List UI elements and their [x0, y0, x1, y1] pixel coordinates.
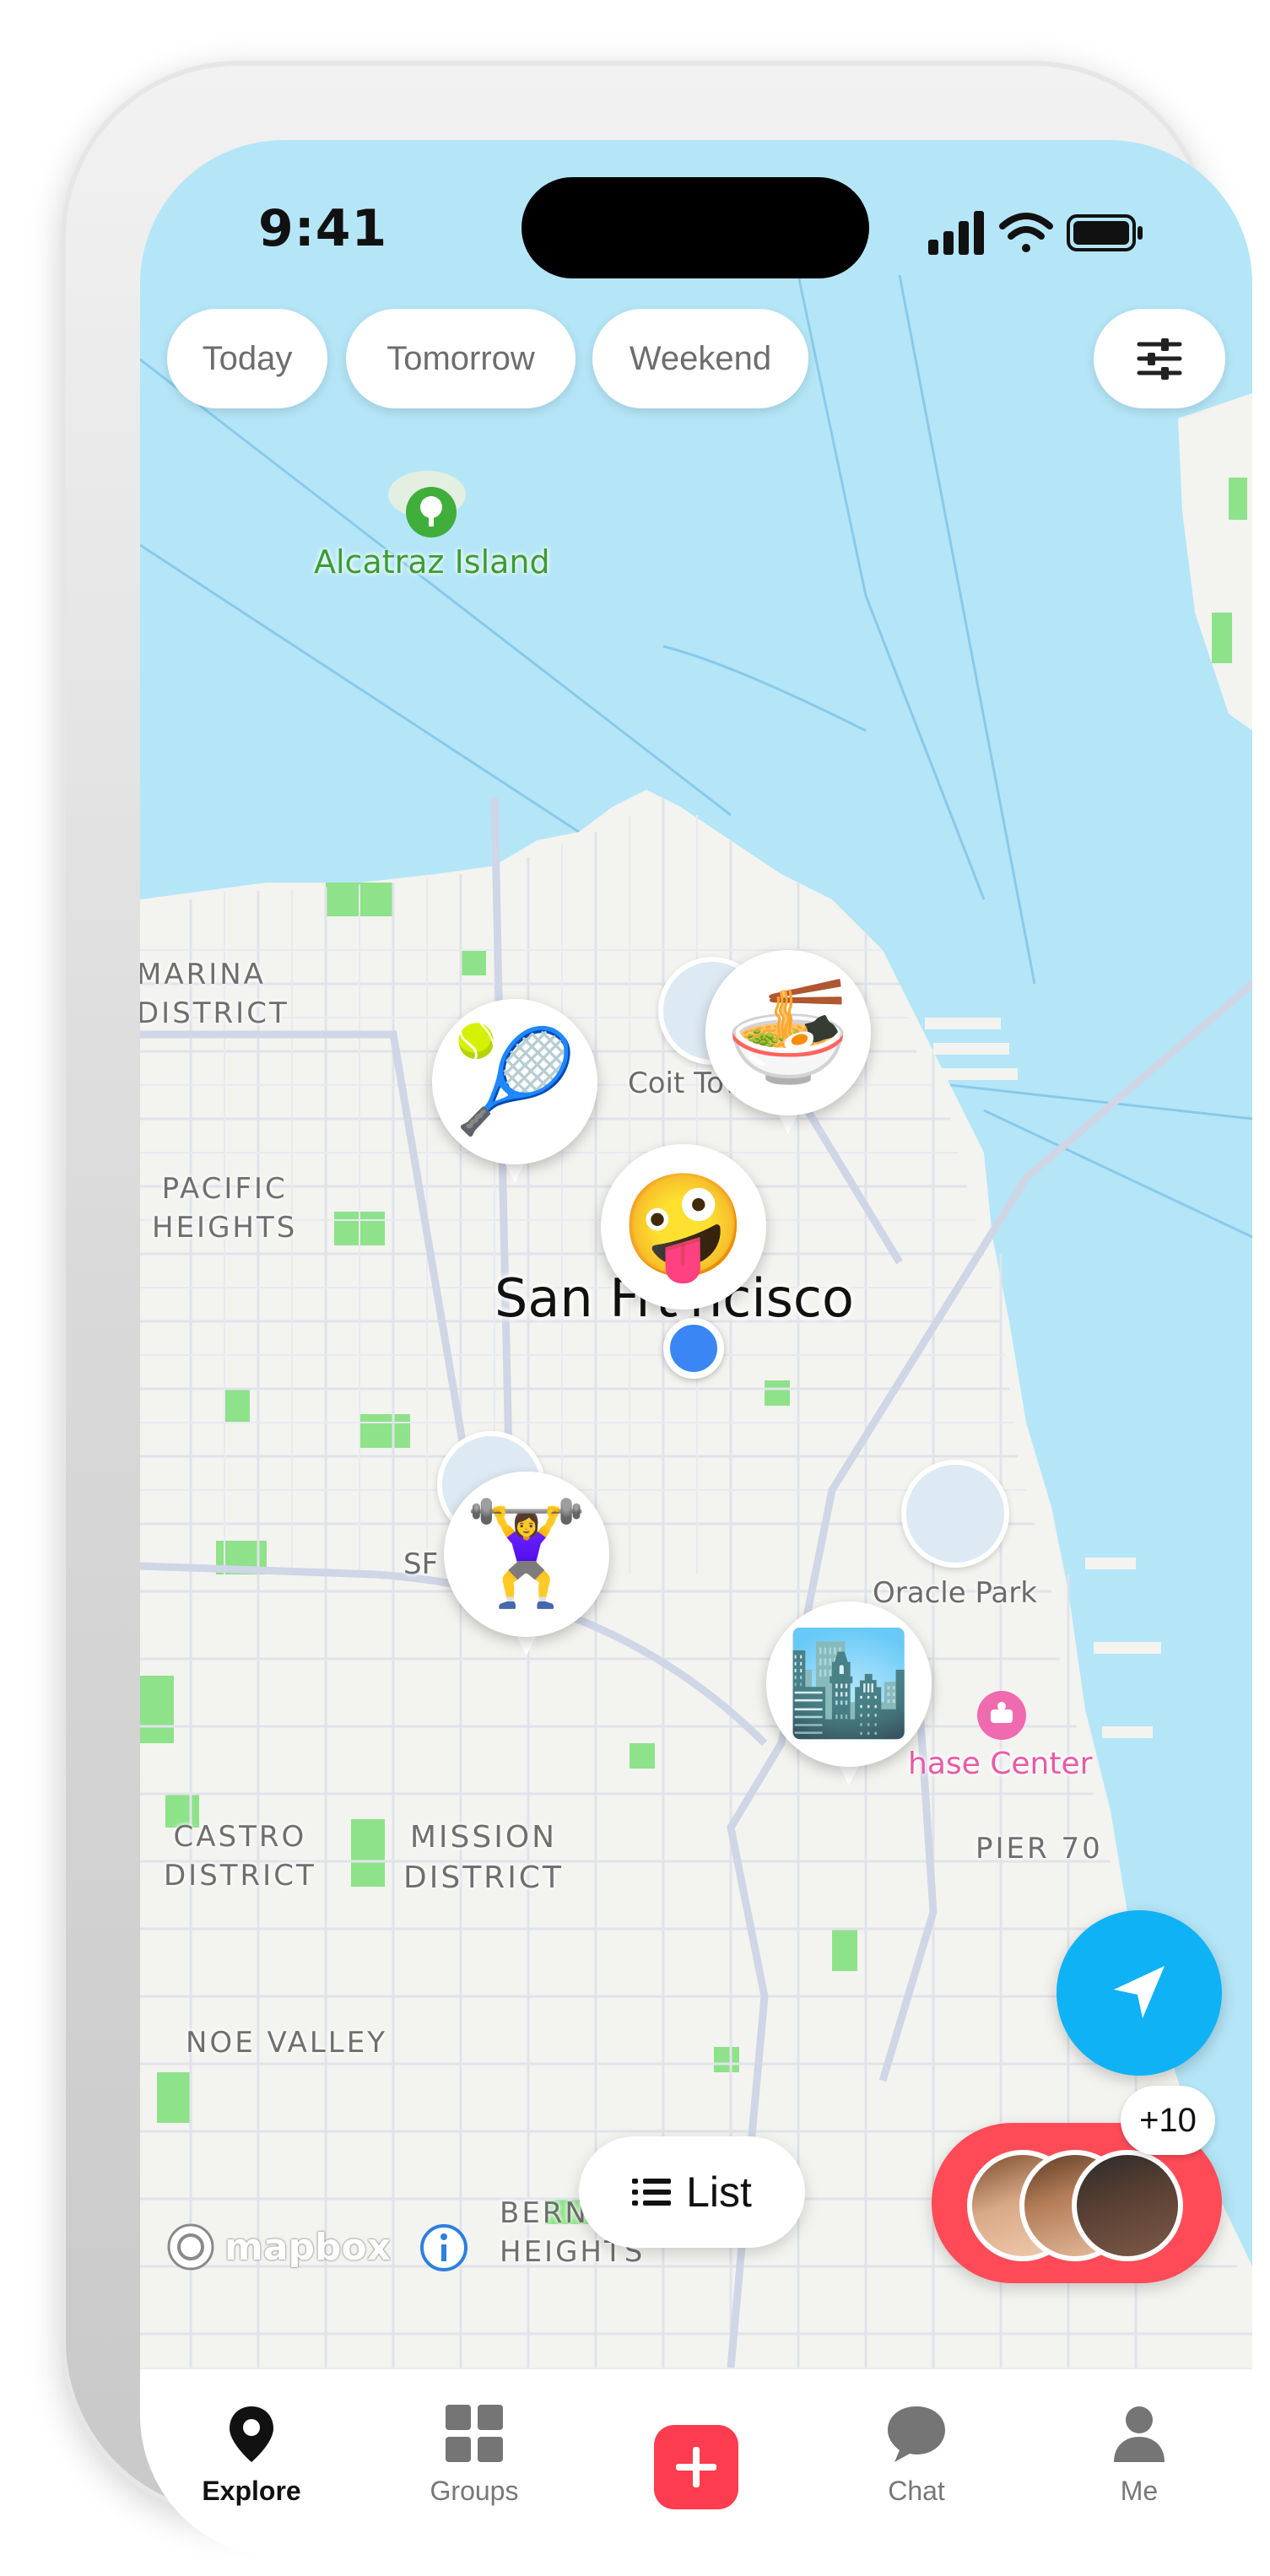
- chat-bubble-icon: [888, 2406, 945, 2462]
- navigation-arrow-icon: [1114, 1966, 1165, 2018]
- label-pacific-heights: PACIFIC HEIGHTS: [152, 1172, 298, 1245]
- person-icon: [1114, 2406, 1165, 2462]
- label-marina: MARINA DISTRICT: [140, 958, 289, 1030]
- status-time: 9:41: [258, 199, 388, 258]
- attribution-info-icon[interactable]: [419, 2222, 469, 2273]
- plus-icon: [676, 2447, 716, 2487]
- label-castro: CASTRO DISTRICT: [164, 1820, 316, 1893]
- filter-settings-button[interactable]: [1094, 309, 1225, 408]
- weightlifting-icon: 🏋️‍♀️: [444, 1472, 609, 1637]
- event-pin-zany[interactable]: 🤪: [601, 1144, 766, 1335]
- create-event-button[interactable]: [654, 2425, 738, 2509]
- label-mission: MISSION DISTRICT: [403, 1820, 564, 1895]
- tab-explore[interactable]: Explore: [176, 2400, 327, 2518]
- status-icons: [928, 211, 1143, 255]
- map-pin-icon: [230, 2406, 273, 2462]
- filter-chip-weekend[interactable]: Weekend: [592, 309, 808, 408]
- locate-me-button[interactable]: [1057, 1910, 1222, 2076]
- user-location-dot: [663, 1318, 724, 1379]
- phone-frame: 9:41 Today Tomorrow Weekend Alcatraz Isl…: [61, 61, 1252, 2558]
- park-tree-icon: [406, 487, 457, 537]
- event-pin-tennis[interactable]: 🎾: [432, 999, 597, 1190]
- oracle-park-thumb[interactable]: [901, 1460, 1009, 1568]
- filter-chip-tomorrow[interactable]: Tomorrow: [346, 309, 576, 408]
- tab-groups[interactable]: Groups: [398, 2400, 550, 2518]
- friend-avatar: [1072, 2150, 1183, 2261]
- list-view-button[interactable]: List: [579, 2136, 805, 2248]
- wifi-icon: [999, 213, 1053, 252]
- label-pier70: PIER 70: [975, 1832, 1103, 1866]
- label-noe-valley: NOE VALLEY: [186, 2026, 387, 2060]
- event-pin-ramen[interactable]: 🍜: [705, 950, 871, 1141]
- list-button-label: List: [686, 2168, 752, 2216]
- signal-icon: [928, 211, 984, 255]
- screen: 9:41 Today Tomorrow Weekend Alcatraz Isl…: [140, 140, 1252, 2558]
- sliders-icon: [1137, 338, 1182, 380]
- mapbox-mark-icon: [167, 2223, 214, 2271]
- tennis-ball-icon: 🎾: [432, 999, 597, 1164]
- tab-me[interactable]: Me: [1063, 2400, 1215, 2518]
- filter-chip-today[interactable]: Today: [167, 309, 327, 408]
- friends-count-badge: +10: [1121, 2086, 1215, 2155]
- mapbox-logo[interactable]: mapbox: [165, 2217, 391, 2276]
- tab-chat[interactable]: Chat: [840, 2400, 992, 2518]
- label-alcatraz: Alcatraz Island: [314, 543, 550, 581]
- arena-icon: [977, 1691, 1026, 1740]
- cityscape-icon: 🏙️: [766, 1601, 932, 1767]
- event-pin-cityscape[interactable]: 🏙️: [766, 1601, 932, 1792]
- label-chase-center: hase Center: [908, 1747, 1093, 1781]
- label-sf: SF: [403, 1547, 439, 1581]
- dynamic-island: [522, 177, 869, 278]
- zany-face-icon: 🤪: [601, 1144, 766, 1310]
- event-pin-weightlifting[interactable]: 🏋️‍♀️: [444, 1472, 609, 1662]
- ramen-icon: 🍜: [705, 950, 871, 1115]
- list-icon: [632, 2179, 672, 2206]
- battery-icon: [1067, 214, 1143, 251]
- grid-icon: [446, 2405, 503, 2462]
